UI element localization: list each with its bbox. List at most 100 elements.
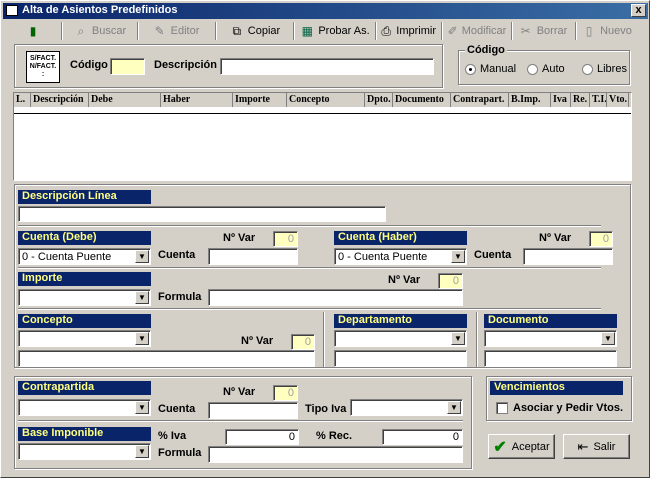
grid-header: L. Descripción Debe Haber Importe Concepto Dpt…	[14, 93, 631, 107]
nvar-importe-input[interactable]: 0	[438, 273, 463, 289]
grid-row[interactable]	[14, 107, 631, 114]
departamento-text-input[interactable]	[334, 350, 467, 367]
chevron-down-icon[interactable]: ▼	[135, 291, 149, 304]
rec-input[interactable]: 0	[382, 429, 463, 445]
chevron-down-icon[interactable]: ▼	[135, 401, 149, 414]
editor-button[interactable]: ✎ Editor	[143, 21, 209, 41]
chevron-down-icon[interactable]: ▼	[451, 250, 465, 263]
base-formula-input[interactable]	[208, 446, 463, 463]
delete-icon: ✂	[520, 23, 531, 38]
descripcion-input[interactable]	[220, 58, 434, 75]
grid-column-header[interactable]: Concepto	[287, 93, 365, 107]
grid-column-header[interactable]: T.I.	[590, 93, 607, 107]
imprimir-button[interactable]: ⎙ Imprimir	[379, 21, 437, 41]
calculator-icon: ▦	[301, 23, 313, 38]
asociar-label: Asociar y Pedir Vtos.	[513, 402, 624, 414]
toolbar: ▮ ⌕ Buscar ✎ Editor ⧉ Copiar ▦ Probar As. ⎙ I…	[3, 20, 648, 42]
base-imponible-combo[interactable]: ▼	[18, 443, 151, 460]
modificar-button[interactable]: ✐ Modificar	[447, 21, 507, 41]
buscar-label: Buscar	[91, 25, 127, 37]
copiar-button[interactable]: ⧉ Copiar	[221, 21, 289, 41]
descripcion-linea-input[interactable]	[18, 206, 386, 222]
chevron-down-icon[interactable]: ▼	[135, 332, 149, 345]
nvar-debe-input[interactable]: 0	[273, 231, 298, 247]
importe-combo[interactable]: ▼	[18, 289, 151, 306]
grid-column-header[interactable]: L.	[14, 93, 31, 107]
cuenta-debe-name[interactable]	[208, 248, 298, 265]
cuenta-debe-cuenta-label: Cuenta	[158, 249, 196, 261]
close-button[interactable]: x	[631, 4, 646, 17]
cuenta-debe-combo[interactable]: 0 - Cuenta Puente ▼	[18, 248, 151, 265]
exit-toolbar-button[interactable]: ▮	[9, 21, 57, 41]
grid-column-header[interactable]: Documento	[393, 93, 451, 107]
grid-column-header[interactable]: Haber	[161, 93, 233, 107]
codigo-label: Código	[70, 59, 108, 71]
iva-label: % Iva	[158, 430, 187, 442]
checkbox-box	[496, 402, 508, 414]
codigo-input[interactable]	[110, 58, 145, 75]
title-bar: Alta de Asientos Predefinidos x	[3, 3, 648, 19]
nvar-debe-label: Nº Var	[223, 232, 256, 244]
cuenta-haber-combo[interactable]: 0 - Cuenta Puente ▼	[334, 248, 467, 265]
radio-libres[interactable]: Libres	[582, 63, 627, 75]
nvar-contra-label: Nº Var	[223, 386, 256, 398]
window-title: Alta de Asientos Predefinidos	[22, 4, 178, 16]
asociar-checkbox[interactable]: Asociar y Pedir Vtos.	[496, 402, 623, 414]
descripcion-linea-label: Descripción Línea	[18, 190, 151, 204]
chevron-down-icon[interactable]: ▼	[135, 250, 149, 263]
importe-formula-input[interactable]	[208, 289, 463, 306]
rec-label: % Rec.	[316, 430, 353, 442]
codigo-group-label: Código	[465, 44, 507, 56]
iva-input[interactable]: 0	[225, 429, 299, 445]
pencil-icon: ✎	[154, 23, 165, 38]
main-window: Alta de Asientos Predefinidos x ▮ ⌕ Busca…	[0, 0, 650, 478]
chevron-down-icon[interactable]: ▼	[135, 445, 149, 458]
grid-column-header[interactable]: Descripción	[31, 93, 89, 107]
documento-text-input[interactable]	[484, 350, 617, 367]
cuenta-haber-name[interactable]	[523, 248, 613, 265]
radio-manual-dot	[465, 63, 476, 75]
aceptar-button[interactable]: ✔ Aceptar	[488, 434, 555, 459]
grid-column-header[interactable]: Re.	[571, 93, 590, 107]
grid-column-header[interactable]: B.Imp.	[509, 93, 551, 107]
contrapartida-label: Contrapartida	[18, 381, 151, 395]
chevron-down-icon[interactable]: ▼	[601, 332, 615, 345]
imprimir-label: Imprimir	[396, 25, 436, 37]
concepto-combo[interactable]: ▼	[18, 330, 151, 347]
lines-grid[interactable]: L. Descripción Debe Haber Importe Concepto Dpt…	[13, 92, 632, 181]
concepto-text-input[interactable]	[18, 350, 315, 367]
radio-auto[interactable]: Auto	[527, 63, 565, 75]
chevron-down-icon[interactable]: ▼	[451, 332, 465, 345]
borrar-button[interactable]: ✂ Borrar	[515, 21, 571, 41]
grid-column-header[interactable]: Dpto.	[365, 93, 393, 107]
nvar-concepto-input[interactable]: 0	[291, 334, 315, 350]
grid-column-header[interactable]: Vto.	[607, 93, 629, 107]
editor-label: Editor	[170, 25, 200, 37]
aceptar-label: Aceptar	[511, 440, 550, 453]
borrar-label: Borrar	[536, 25, 568, 37]
grid-column-header[interactable]: Debe	[89, 93, 161, 107]
cuenta-debe-label: Cuenta (Debe)	[18, 231, 151, 245]
contrapartida-cuenta-input[interactable]	[208, 402, 298, 419]
importe-formula-label: Formula	[158, 291, 202, 303]
departamento-combo[interactable]: ▼	[334, 330, 467, 347]
nvar-haber-label: Nº Var	[539, 232, 572, 244]
buscar-button[interactable]: ⌕ Buscar	[67, 21, 133, 41]
grid-column-header[interactable]: Importe	[233, 93, 287, 107]
grid-column-header[interactable]: Iva	[551, 93, 571, 107]
nvar-concepto-label: Nº Var	[241, 335, 274, 347]
radio-manual[interactable]: Manual	[465, 63, 516, 75]
chevron-down-icon[interactable]: ▼	[447, 401, 461, 414]
salir-button[interactable]: ⇤ Salir	[563, 434, 630, 459]
tipo-iva-combo[interactable]: ▼	[350, 399, 463, 416]
base-imponible-label: Base Imponible	[18, 427, 151, 441]
probar-button[interactable]: ▦ Probar As.	[299, 21, 371, 41]
grid-column-header[interactable]: Contrapart.	[451, 93, 509, 107]
documento-combo[interactable]: ▼	[484, 330, 617, 347]
nvar-contra-input[interactable]: 0	[273, 385, 298, 401]
contrapartida-cuenta-label: Cuenta	[158, 403, 196, 415]
contrapartida-combo[interactable]: ▼	[18, 399, 151, 416]
nvar-haber-input[interactable]: 0	[589, 231, 613, 247]
exit-door-icon: ⇤	[577, 438, 589, 454]
nuevo-button[interactable]: ▯ Nuevo	[581, 21, 633, 41]
